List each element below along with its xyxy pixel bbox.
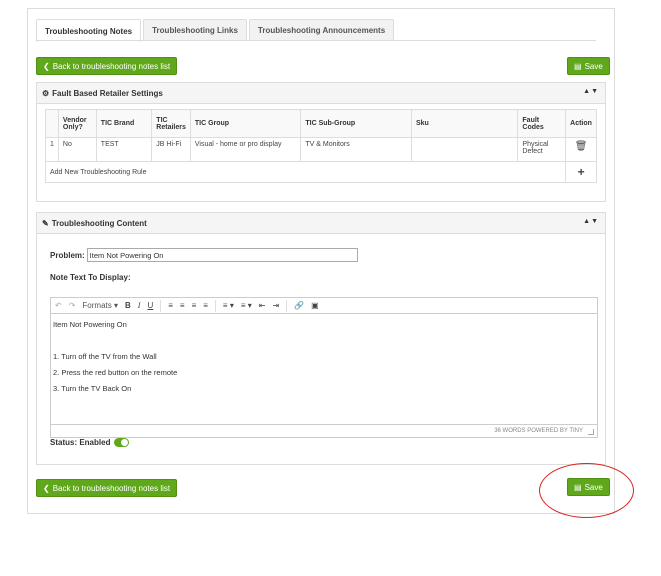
cell-tic-brand: TEST (95, 137, 153, 162)
back-button-label: Back to troubleshooting notes list (52, 483, 171, 493)
align-center-icon[interactable]: ≡ (180, 301, 185, 310)
red-highlight-ellipse (539, 463, 634, 518)
cell-vendor-only: No (57, 137, 97, 162)
col-header-vendor-only: Vendor Only? (57, 109, 97, 138)
formats-dropdown[interactable]: Formats ▾ (82, 301, 118, 310)
col-header-tic-group: TIC Group (189, 109, 302, 138)
col-header-tic-retailers: TIC Retailers (151, 109, 191, 138)
note-label-row: Note Text To Display: (50, 273, 133, 282)
delete-rule-button[interactable]: 🗑 (565, 137, 597, 162)
align-left-icon[interactable]: ≡ (168, 301, 173, 310)
add-rule-label: Add New Troubleshooting Rule (44, 161, 567, 183)
troubleshooting-content-panel: ✎ Troubleshooting Content ▲▼ Problem: No… (36, 212, 606, 465)
problem-row: Problem: (50, 248, 358, 262)
bold-icon[interactable]: B (125, 301, 131, 310)
save-button-top[interactable]: ▤ Save (567, 57, 610, 75)
back-button-label: Back to troubleshooting notes list (52, 61, 171, 71)
image-icon[interactable]: ▣ (311, 301, 319, 310)
editor-line: 1. Turn off the TV from the Wall (53, 352, 157, 361)
toggle-knob (121, 439, 129, 446)
collapse-toggle-icon[interactable]: ▲▼ (583, 88, 599, 95)
cell-sku (410, 137, 519, 162)
editor-content[interactable]: Item Not Powering On 1. Turn off the TV … (51, 314, 597, 400)
col-header-tic-sub-group: TIC Sub-Group (300, 109, 412, 138)
add-rule-row: Add New Troubleshooting Rule + (44, 161, 597, 183)
cell-tic-retailers: JB Hi-Fi (151, 137, 191, 162)
problem-input[interactable] (86, 248, 358, 262)
undo-icon[interactable]: ↶ (55, 301, 62, 310)
back-to-list-button-bottom[interactable]: ❮ Back to troubleshooting notes list (36, 479, 178, 497)
status-label: Status: Enabled (50, 438, 111, 447)
col-header-tic-brand: TIC Brand (95, 109, 153, 138)
trash-icon: 🗑 (574, 141, 588, 152)
align-right-icon[interactable]: ≡ (192, 301, 197, 310)
note-text-label: Note Text To Display: (50, 273, 131, 282)
indent-icon[interactable]: ⇥ (272, 301, 279, 310)
cell-fault-codes: Physical Defect (517, 137, 567, 162)
save-button-label: Save (584, 61, 603, 71)
tab-divider (36, 40, 596, 41)
cell-tic-sub-group: TV & Monitors (300, 137, 412, 162)
col-header-action: Action (565, 109, 597, 138)
resize-handle-icon[interactable] (588, 429, 594, 435)
content-panel-header: ✎ Troubleshooting Content ▲▼ (37, 213, 605, 234)
rich-text-editor: ↶ ↷ Formats ▾ B I U ≡ ≡ ≡ ≡ ≡ ▾ ≡ ▾ ⇤ ⇥ … (50, 297, 598, 438)
content-panel-title: Troubleshooting Content (51, 218, 147, 228)
toolbar-separator (214, 299, 216, 312)
editor-statusbar: 36 WORDS POWERED BY TINY (51, 424, 597, 437)
tab-troubleshooting-links[interactable]: Troubleshooting Links (143, 19, 247, 41)
gear-icon: ⚙ (42, 88, 50, 98)
editor-line: 3. Turn the TV Back On (53, 384, 132, 393)
retailer-settings-title: Fault Based Retailer Settings (52, 88, 163, 98)
word-count-label: 36 WORDS POWERED BY TINY (494, 428, 583, 434)
underline-icon[interactable]: U (147, 301, 153, 310)
toolbar-separator (160, 299, 162, 312)
back-to-list-button-top[interactable]: ❮ Back to troubleshooting notes list (36, 57, 178, 75)
status-row: Status: Enabled (50, 438, 130, 447)
collapse-toggle-icon[interactable]: ▲▼ (583, 218, 599, 225)
problem-label: Problem: (50, 250, 85, 260)
link-icon[interactable]: 🔗 (294, 301, 304, 310)
retailer-settings-panel: ⚙ Fault Based Retailer Settings ▲▼ Vendo… (36, 82, 606, 202)
tab-bar: Troubleshooting Notes Troubleshooting Li… (36, 19, 396, 42)
editor-toolbar: ↶ ↷ Formats ▾ B I U ≡ ≡ ≡ ≡ ≡ ▾ ≡ ▾ ⇤ ⇥ … (51, 298, 597, 314)
align-justify-icon[interactable]: ≡ (203, 301, 208, 310)
tab-troubleshooting-notes[interactable]: Troubleshooting Notes (36, 19, 142, 42)
toolbar-separator (286, 299, 288, 312)
italic-icon[interactable]: I (138, 301, 141, 310)
circle-arrow-left-icon: ❮ (43, 61, 50, 71)
redo-icon[interactable]: ↷ (69, 301, 76, 310)
col-header-sku: Sku (410, 109, 519, 138)
numbered-list-icon[interactable]: ≡ ▾ (241, 301, 252, 310)
editor-line: Item Not Powering On (53, 320, 127, 329)
tab-troubleshooting-announcements[interactable]: Troubleshooting Announcements (248, 19, 395, 41)
outdent-icon[interactable]: ⇤ (259, 301, 266, 310)
pencil-icon: ✎ (42, 218, 49, 228)
bullet-list-icon[interactable]: ≡ ▾ (223, 301, 234, 310)
plus-icon: + (577, 165, 585, 179)
col-header-fault-codes: Fault Codes (517, 109, 567, 138)
circle-arrow-left-icon: ❮ (43, 483, 50, 493)
cell-tic-group: Visual - home or pro display (189, 137, 302, 162)
row-num: 1 (45, 137, 59, 162)
floppy-disk-icon: ▤ (574, 61, 582, 71)
troubleshooting-rules-table: Vendor Only? TIC Brand TIC Retailers TIC… (44, 109, 597, 183)
table-header-row: Vendor Only? TIC Brand TIC Retailers TIC… (45, 109, 597, 138)
formats-label: Formats (82, 301, 112, 310)
add-rule-button[interactable]: + (565, 161, 597, 183)
editor-line: 2. Press the red button on the remote (53, 368, 178, 377)
col-header-num (45, 109, 59, 138)
status-toggle[interactable] (114, 438, 130, 447)
table-row: 1 No TEST JB Hi-Fi Visual - home or pro … (45, 137, 597, 162)
retailer-settings-header: ⚙ Fault Based Retailer Settings ▲▼ (37, 83, 605, 104)
